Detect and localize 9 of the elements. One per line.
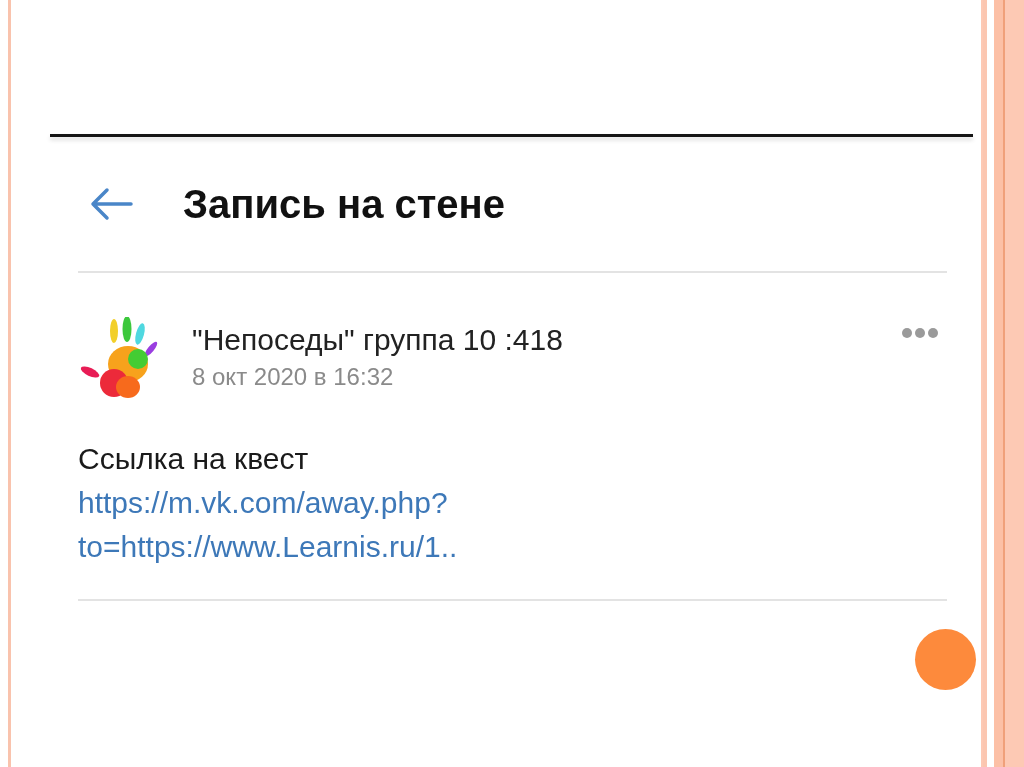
post-link[interactable]: to=https://www.Learnis.ru/1.. (78, 525, 458, 569)
group-name[interactable]: "Непоседы" группа 10 :418 (192, 323, 901, 357)
more-options-icon[interactable] (901, 327, 939, 339)
post-link[interactable]: https://m.vk.com/away.php? (78, 481, 448, 525)
post-text: Ссылка на квест (78, 441, 309, 477)
page-title: Запись на стене (183, 181, 505, 227)
post-date: 8 окт 2020 в 16:32 (192, 363, 395, 391)
decorative-circle (915, 629, 976, 690)
back-arrow-icon[interactable] (89, 187, 133, 221)
